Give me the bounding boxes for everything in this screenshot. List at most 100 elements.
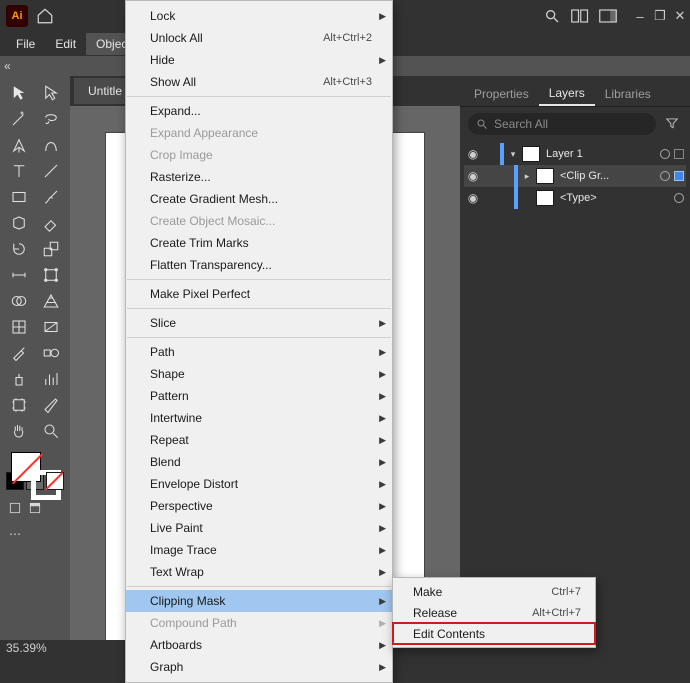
- magic-wand-tool[interactable]: [3, 106, 35, 132]
- menu-item[interactable]: Create Gradient Mesh...: [126, 188, 392, 210]
- rotate-tool[interactable]: [3, 236, 35, 262]
- eyedropper-tool[interactable]: [3, 340, 35, 366]
- none-mode-button[interactable]: [46, 472, 64, 490]
- window-restore-button[interactable]: ❐: [650, 6, 670, 26]
- line-tool[interactable]: [35, 158, 67, 184]
- submenu-arrow-icon: ▶: [379, 391, 386, 402]
- layer-search-placeholder: Search All: [494, 117, 548, 131]
- arrange-windows-button[interactable]: [566, 2, 594, 30]
- slice-tool[interactable]: [35, 392, 67, 418]
- menu-item[interactable]: Image Trace▶: [126, 539, 392, 561]
- menu-item[interactable]: Lock▶: [126, 5, 392, 27]
- menu-item[interactable]: Slice▶: [126, 312, 392, 334]
- menu-item[interactable]: Make Pixel Perfect: [126, 283, 392, 305]
- screen-mode-button[interactable]: [27, 500, 43, 516]
- menu-item[interactable]: Live Paint▶: [126, 517, 392, 539]
- zoom-level-display[interactable]: 35.39%: [6, 641, 47, 655]
- panel-tab-properties[interactable]: Properties: [464, 83, 539, 105]
- menu-item[interactable]: Envelope Distort▶: [126, 473, 392, 495]
- menu-item[interactable]: Expand...: [126, 100, 392, 122]
- layer-name-label[interactable]: Layer 1: [542, 148, 658, 160]
- home-button[interactable]: [34, 5, 56, 27]
- edit-toolbar-button[interactable]: ⋯: [7, 526, 23, 542]
- menu-item-label: Shape: [150, 367, 372, 381]
- search-button[interactable]: [538, 2, 566, 30]
- layer-selection-indicator: [674, 171, 684, 181]
- menu-item[interactable]: Clipping Mask▶: [126, 590, 392, 612]
- workspace-switcher-button[interactable]: [594, 2, 622, 30]
- layer-disclosure-button[interactable]: ▾: [506, 149, 520, 160]
- window-minimize-button[interactable]: –: [630, 6, 650, 26]
- hand-tool[interactable]: [3, 418, 35, 444]
- paintbrush-tool[interactable]: [35, 184, 67, 210]
- eraser-tool[interactable]: [35, 210, 67, 236]
- menu-edit[interactable]: Edit: [45, 33, 86, 55]
- layer-row[interactable]: ◉ <Type>: [464, 187, 686, 209]
- shaper-tool[interactable]: [3, 210, 35, 236]
- layer-search-input[interactable]: Search All: [468, 113, 656, 135]
- menu-item[interactable]: Repeat▶: [126, 429, 392, 451]
- menu-item[interactable]: Perspective▶: [126, 495, 392, 517]
- layer-name-label[interactable]: <Clip Gr...: [556, 170, 658, 182]
- mesh-tool[interactable]: [3, 314, 35, 340]
- perspective-tool[interactable]: [35, 288, 67, 314]
- layer-visibility-toggle[interactable]: ◉: [464, 191, 482, 205]
- menu-item[interactable]: Intertwine▶: [126, 407, 392, 429]
- menu-item-label: Rasterize...: [150, 170, 372, 184]
- layer-visibility-toggle[interactable]: ◉: [464, 169, 482, 183]
- shape-builder-tool[interactable]: [3, 288, 35, 314]
- menu-item[interactable]: Unlock AllAlt+Ctrl+2: [126, 27, 392, 49]
- menu-file[interactable]: File: [6, 33, 45, 55]
- panel-tab-libraries[interactable]: Libraries: [595, 83, 661, 105]
- layer-visibility-toggle[interactable]: ◉: [464, 147, 482, 161]
- menu-item[interactable]: Text Wrap▶: [126, 561, 392, 583]
- artboard-tool[interactable]: [3, 392, 35, 418]
- type-icon: [10, 162, 28, 180]
- lasso-tool[interactable]: [35, 106, 67, 132]
- width-tool[interactable]: [3, 262, 35, 288]
- panel-tab-layers[interactable]: Layers: [539, 82, 595, 106]
- gradient-tool[interactable]: [35, 314, 67, 340]
- menu-item[interactable]: Rasterize...: [126, 166, 392, 188]
- shape-builder-icon: [10, 292, 28, 310]
- free-transform-tool[interactable]: [35, 262, 67, 288]
- menu-item[interactable]: Shape▶: [126, 363, 392, 385]
- menu-item[interactable]: Hide▶: [126, 49, 392, 71]
- symbol-sprayer-tool[interactable]: [3, 366, 35, 392]
- blend-tool[interactable]: [35, 340, 67, 366]
- submenu-item[interactable]: Edit Contents: [393, 623, 595, 644]
- layer-row[interactable]: ◉ ▸ <Clip Gr...: [464, 165, 686, 187]
- menu-item[interactable]: Flatten Transparency...: [126, 254, 392, 276]
- layer-disclosure-button[interactable]: ▸: [520, 171, 534, 182]
- layer-row[interactable]: ◉ ▾ Layer 1: [464, 143, 686, 165]
- scale-tool[interactable]: [35, 236, 67, 262]
- menu-item[interactable]: Show AllAlt+Ctrl+3: [126, 71, 392, 93]
- menu-item[interactable]: Path▶: [126, 341, 392, 363]
- app-logo[interactable]: Ai: [6, 5, 28, 27]
- layer-filter-button[interactable]: [662, 116, 682, 133]
- column-graph-tool[interactable]: [35, 366, 67, 392]
- layer-color-bar: [500, 143, 504, 165]
- layer-target-button[interactable]: [674, 193, 684, 203]
- layer-name-label[interactable]: <Type>: [556, 192, 672, 204]
- layer-color-bar: [514, 165, 518, 187]
- menu-item[interactable]: Graph▶: [126, 656, 392, 678]
- submenu-item[interactable]: ReleaseAlt+Ctrl+7: [393, 602, 595, 623]
- curvature-tool[interactable]: [35, 132, 67, 158]
- direct-selection-tool[interactable]: [35, 80, 67, 106]
- pen-tool[interactable]: [3, 132, 35, 158]
- window-close-button[interactable]: ✕: [670, 6, 690, 26]
- menu-item[interactable]: Create Trim Marks: [126, 232, 392, 254]
- collapse-control-bar-button[interactable]: «: [4, 59, 11, 73]
- type-tool[interactable]: [3, 158, 35, 184]
- submenu-item[interactable]: MakeCtrl+7: [393, 581, 595, 602]
- layer-target-button[interactable]: [660, 149, 670, 159]
- menu-item[interactable]: Pattern▶: [126, 385, 392, 407]
- layer-target-button[interactable]: [660, 171, 670, 181]
- draw-mode-button[interactable]: [7, 500, 23, 516]
- zoom-tool[interactable]: [35, 418, 67, 444]
- menu-item[interactable]: Blend▶: [126, 451, 392, 473]
- rectangle-tool[interactable]: [3, 184, 35, 210]
- menu-item[interactable]: Artboards▶: [126, 634, 392, 656]
- selection-tool[interactable]: [3, 80, 35, 106]
